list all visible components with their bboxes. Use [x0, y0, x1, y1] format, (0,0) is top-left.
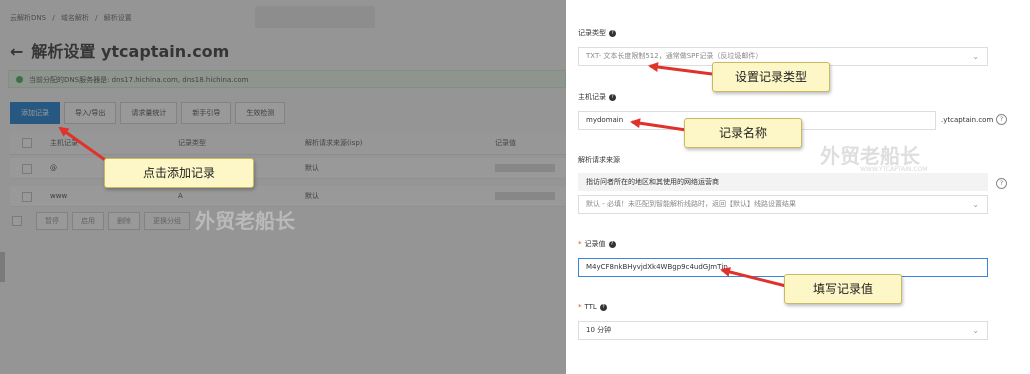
- dns-settings-page: 云解析DNS / 域名解析 / 解析设置 ← 解析设置 ytcaptain.com…: [0, 0, 566, 374]
- watermark-logo: 外贸老船长: [195, 209, 295, 233]
- question-icon[interactable]: ?: [996, 114, 1007, 125]
- breadcrumb: 云解析DNS / 域名解析 / 解析设置: [10, 13, 136, 23]
- blurred-region: [255, 6, 375, 28]
- record-value-input[interactable]: M4yCF8nkBHyvjdXk4WBgp9c4udGJmTjp: [578, 258, 988, 277]
- cell-host: @: [50, 164, 57, 172]
- line-label: 解析请求来源: [578, 156, 620, 164]
- side-handle[interactable]: [0, 252, 5, 282]
- blurred-value: [495, 192, 555, 200]
- help-icon[interactable]: ?: [609, 29, 616, 37]
- line-select-value: 默认 - 必填！未匹配到智能解析线路时，返回【默认】线路设置结果: [586, 200, 796, 208]
- host-input-value: mydomain: [586, 116, 624, 124]
- bulk-actions: 暂停 启用 删除 更换分组: [10, 212, 190, 230]
- breadcrumb-item-domain[interactable]: 域名解析: [61, 14, 89, 22]
- help-icon[interactable]: ?: [608, 240, 616, 248]
- callout-record-value: 填写记录值: [784, 274, 902, 304]
- bulk-select-checkbox[interactable]: [12, 216, 22, 226]
- chevron-down-icon: ⌄: [972, 326, 979, 335]
- add-record-button[interactable]: 添加记录: [10, 102, 60, 124]
- select-all-checkbox[interactable]: [22, 138, 32, 148]
- cell-line: 默认: [305, 192, 319, 200]
- header-host: 主机记录: [50, 139, 78, 147]
- line-hint: 指访问者所在的地区和其使用的网络运营商: [578, 173, 988, 191]
- row-checkbox[interactable]: [22, 164, 32, 174]
- help-icon[interactable]: ?: [609, 93, 616, 101]
- table-row: @ A 默认: [10, 158, 566, 179]
- header-type: 记录类型: [178, 139, 206, 147]
- callout-record-name: 记录名称: [684, 118, 802, 148]
- line-select[interactable]: 默认 - 必填！未匹配到智能解析线路时，返回【默认】线路设置结果 ⌄: [578, 195, 988, 214]
- breadcrumb-item-current: 解析设置: [103, 14, 132, 22]
- ttl-value: 10 分钟: [586, 326, 612, 334]
- callout-record-type: 设置记录类型: [712, 62, 830, 92]
- watermark-url: WWW.YTCAPTAIN.COM: [860, 166, 928, 173]
- blurred-value: [495, 164, 555, 172]
- breadcrumb-separator: /: [95, 14, 98, 22]
- help-icon[interactable]: ?: [599, 303, 607, 311]
- import-export-button[interactable]: 导入/导出: [64, 102, 117, 124]
- table-row: www A 默认: [10, 186, 566, 207]
- ttl-select[interactable]: 10 分钟 ⌄: [578, 321, 988, 340]
- chevron-down-icon: ⌄: [972, 52, 979, 61]
- page-title: ← 解析设置 ytcaptain.com: [10, 38, 229, 62]
- watermark-logo: 外贸老船长: [820, 144, 920, 168]
- delete-button[interactable]: 删除: [108, 212, 140, 230]
- cell-type: A: [178, 192, 183, 200]
- page-title-text: 解析设置 ytcaptain.com: [31, 42, 230, 61]
- callout-add-record: 点击添加记录: [104, 158, 254, 188]
- pause-button[interactable]: 暂停: [36, 212, 68, 230]
- breadcrumb-separator: /: [52, 14, 55, 22]
- value-label: * 记录值?: [578, 239, 616, 249]
- domain-suffix: .ytcaptain.com: [941, 116, 994, 124]
- table-header: 主机记录 记录类型 解析请求来源(isp) 记录值: [10, 132, 566, 155]
- row-checkbox[interactable]: [22, 192, 32, 202]
- chevron-down-icon: ⌄: [972, 200, 979, 209]
- back-arrow-icon[interactable]: ←: [10, 42, 23, 61]
- header-line: 解析请求来源(isp): [305, 139, 363, 147]
- notice-text: 当前分配的DNS服务器是: dns17.hichina.com, dns18.h…: [29, 76, 249, 84]
- toolbar: 添加记录 导入/导出 请求量统计 新手引导 生效检测: [10, 102, 286, 124]
- dns-server-notice: 当前分配的DNS服务器是: dns17.hichina.com, dns18.h…: [8, 70, 566, 88]
- change-group-button[interactable]: 更换分组: [144, 212, 190, 230]
- request-stats-button[interactable]: 请求量统计: [120, 102, 178, 124]
- header-value: 记录值: [495, 139, 516, 147]
- cell-line: 默认: [305, 164, 319, 172]
- record-value-text: M4yCF8nkBHyvjdXk4WBgp9c4udGJmTjp: [586, 263, 728, 271]
- host-label: 主机记录?: [578, 92, 616, 102]
- cell-host: www: [50, 192, 68, 200]
- enable-button[interactable]: 启用: [72, 212, 104, 230]
- beginner-guide-button[interactable]: 新手引导: [181, 102, 232, 124]
- record-type-value: TXT- 文本长度限制512，通常做SPF记录（反垃圾邮件）: [586, 52, 763, 60]
- effect-check-button[interactable]: 生效检测: [235, 102, 286, 124]
- record-type-label: 记录类型?: [578, 28, 616, 38]
- breadcrumb-item-dns[interactable]: 云解析DNS: [10, 14, 46, 22]
- ttl-label: * TTL?: [578, 303, 607, 311]
- check-icon: [16, 76, 23, 83]
- question-icon[interactable]: ?: [996, 178, 1007, 189]
